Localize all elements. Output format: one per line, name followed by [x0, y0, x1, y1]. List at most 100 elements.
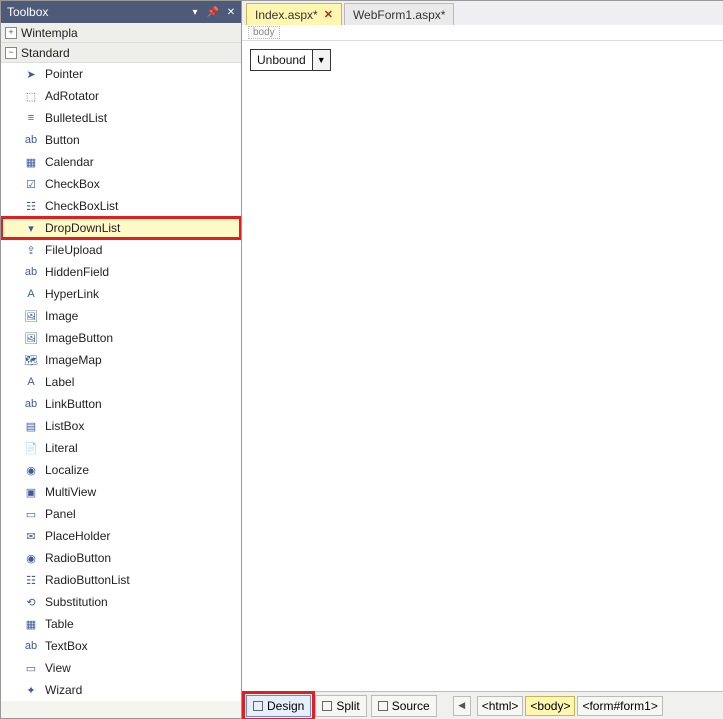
split-view-icon — [322, 701, 332, 711]
toolbox-item-dropdownlist[interactable]: ▾ DropDownList — [1, 217, 241, 239]
design-view-icon — [253, 701, 263, 711]
toolbox-item-label: Image — [45, 309, 78, 323]
toolbox-item-fileupload[interactable]: ⇪FileUpload — [1, 239, 241, 261]
toolbox-item-label: BulletedList — [45, 111, 107, 125]
breadcrumb-element[interactable]: <html> — [477, 696, 524, 716]
toolbox-item-hyperlink[interactable]: AHyperLink — [1, 283, 241, 305]
dropdownlist-icon: ▾ — [23, 220, 39, 236]
localize-icon: ◉ — [23, 462, 39, 478]
toolbox-item-label: ImageMap — [45, 353, 102, 367]
toolbox-item-calendar[interactable]: ▦ Calendar — [1, 151, 241, 173]
toolbox-item-radiobutton[interactable]: ◉RadioButton — [1, 547, 241, 569]
image-icon: 🖼 — [23, 308, 39, 324]
toolbox-item-linkbutton[interactable]: abLinkButton — [1, 393, 241, 415]
toolbox-items: ➤ Pointer ⬚AdRotator ≡ BulletedList ab Button ▦… — [1, 63, 241, 701]
bulletedlist-icon: ≡ — [23, 110, 39, 126]
radiobuttonlist-icon: ☷ — [23, 572, 39, 588]
toolbox-item-view[interactable]: ▭View — [1, 657, 241, 679]
toolbox-item-label: RadioButton — [45, 551, 111, 565]
view-source-button[interactable]: Source — [371, 695, 437, 717]
view-label: Split — [336, 699, 359, 713]
toolbox-body: + Wintempla − Standard ➤ Pointer ⬚AdRotato… — [1, 23, 241, 718]
toolbox-item-pointer[interactable]: ➤ Pointer — [1, 63, 241, 85]
toolbox-item-label: View — [45, 661, 71, 675]
toolbox-item-label: CheckBox — [45, 177, 100, 191]
checkboxlist-icon: ☷ — [23, 198, 39, 214]
tab-label: WebForm1.aspx* — [353, 8, 445, 22]
close-icon[interactable]: ✕ — [225, 6, 237, 18]
toolbox-item-image[interactable]: 🖼 Image — [1, 305, 241, 327]
toolbox-item-localize[interactable]: ◉ Localize — [1, 459, 241, 481]
tag-path-crumb[interactable]: body — [248, 26, 280, 39]
toolbox-item-label: CheckBoxList — [45, 199, 118, 213]
toolbox-item-label: RadioButtonList — [45, 573, 130, 587]
toolbox-item-label: Pointer — [45, 67, 83, 81]
view-label: Design — [267, 699, 304, 713]
button-icon: ab — [23, 132, 39, 148]
toolbox-item-label: DropDownList — [45, 221, 120, 235]
pointer-icon: ➤ — [23, 66, 39, 82]
toolbox-item-label: Substitution — [45, 595, 108, 609]
document-tab[interactable]: Index.aspx* ✕ — [246, 3, 342, 25]
toolbox-item-checkbox[interactable]: ☑CheckBox — [1, 173, 241, 195]
imagebutton-icon: 🖼 — [23, 330, 39, 346]
collapse-icon[interactable]: − — [5, 47, 17, 59]
chevron-down-icon[interactable]: ▼ — [312, 50, 330, 70]
toolbox-item-bulletedlist[interactable]: ≡ BulletedList — [1, 107, 241, 129]
group-label: Standard — [21, 46, 70, 60]
toolbox-item-label: Label — [45, 375, 74, 389]
toolbox-item-label: FileUpload — [45, 243, 102, 257]
toolbox-item-label: Literal — [45, 441, 78, 455]
group-standard[interactable]: − Standard — [1, 43, 241, 63]
dropdown-icon[interactable]: ▾ — [189, 6, 201, 18]
toolbox-item-label[interactable]: ALabel — [1, 371, 241, 393]
tab-label: Index.aspx* — [255, 8, 318, 22]
toolbox-item-label: TextBox — [45, 639, 88, 653]
dropdownlist-control[interactable]: Unbound ▼ — [250, 49, 331, 71]
toolbox-item-checkboxlist[interactable]: ☷ CheckBoxList — [1, 195, 241, 217]
breadcrumb-element[interactable]: <form#form1> — [577, 696, 662, 716]
toolbox-title: Toolbox — [5, 5, 189, 19]
calendar-icon: ▦ — [23, 154, 39, 170]
breadcrumb-element[interactable]: <body> — [525, 696, 575, 716]
toolbox-item-hiddenfield[interactable]: abHiddenField — [1, 261, 241, 283]
toolbox-item-literal[interactable]: 📄 Literal — [1, 437, 241, 459]
nav-left-icon[interactable]: ◀ — [453, 696, 471, 716]
design-canvas[interactable]: Unbound ▼ — [242, 41, 723, 691]
toolbox-item-multiview[interactable]: ▣MultiView — [1, 481, 241, 503]
toolbox-item-label: Wizard — [45, 683, 82, 697]
view-design-button[interactable]: Design — [246, 695, 311, 717]
toolbox-item-label: Calendar — [45, 155, 94, 169]
group-wintempla[interactable]: + Wintempla — [1, 23, 241, 43]
toolbox-item-label: AdRotator — [45, 89, 99, 103]
toolbox-item-radiobuttonlist[interactable]: ☷ RadioButtonList — [1, 569, 241, 591]
toolbox-item-label: ListBox — [45, 419, 84, 433]
pin-icon[interactable]: 📌 — [207, 6, 219, 18]
expand-icon[interactable]: + — [5, 27, 17, 39]
document-tab[interactable]: WebForm1.aspx* — [344, 3, 454, 25]
editor-area: Index.aspx* ✕ WebForm1.aspx* body Unbound … — [242, 0, 723, 719]
toolbox-item-table[interactable]: ▦Table — [1, 613, 241, 635]
toolbox-panel: Toolbox ▾ 📌 ✕ + Wintempla − Standard ➤ Po… — [0, 0, 242, 719]
toolbox-item-label: HiddenField — [45, 265, 109, 279]
listbox-icon: ▤ — [23, 418, 39, 434]
toolbox-item-placeholder[interactable]: ✉PlaceHolder — [1, 525, 241, 547]
status-bar: Design Split Source ◀ <html><body><form#fo… — [242, 691, 723, 719]
literal-icon: 📄 — [23, 440, 39, 456]
tag-path-bar: body — [242, 25, 723, 41]
toolbox-item-listbox[interactable]: ▤ ListBox — [1, 415, 241, 437]
view-split-button[interactable]: Split — [315, 695, 366, 717]
toolbox-item-label: LinkButton — [45, 397, 102, 411]
toolbox-item-label: Localize — [45, 463, 89, 477]
toolbox-item-textbox[interactable]: abTextBox — [1, 635, 241, 657]
toolbox-item-imagemap[interactable]: 🗺ImageMap — [1, 349, 241, 371]
toolbox-item-imagebutton[interactable]: 🖼ImageButton — [1, 327, 241, 349]
toolbox-item-button[interactable]: ab Button — [1, 129, 241, 151]
toolbox-item-panel[interactable]: ▭Panel — [1, 503, 241, 525]
substitution-icon: ⟲ — [23, 594, 39, 610]
toolbox-item-wizard[interactable]: ✦Wizard — [1, 679, 241, 701]
toolbox-item-substitution[interactable]: ⟲ Substitution — [1, 591, 241, 613]
close-icon[interactable]: ✕ — [324, 8, 333, 21]
toolbox-item-adrotator[interactable]: ⬚AdRotator — [1, 85, 241, 107]
toolbox-item-label: Button — [45, 133, 80, 147]
